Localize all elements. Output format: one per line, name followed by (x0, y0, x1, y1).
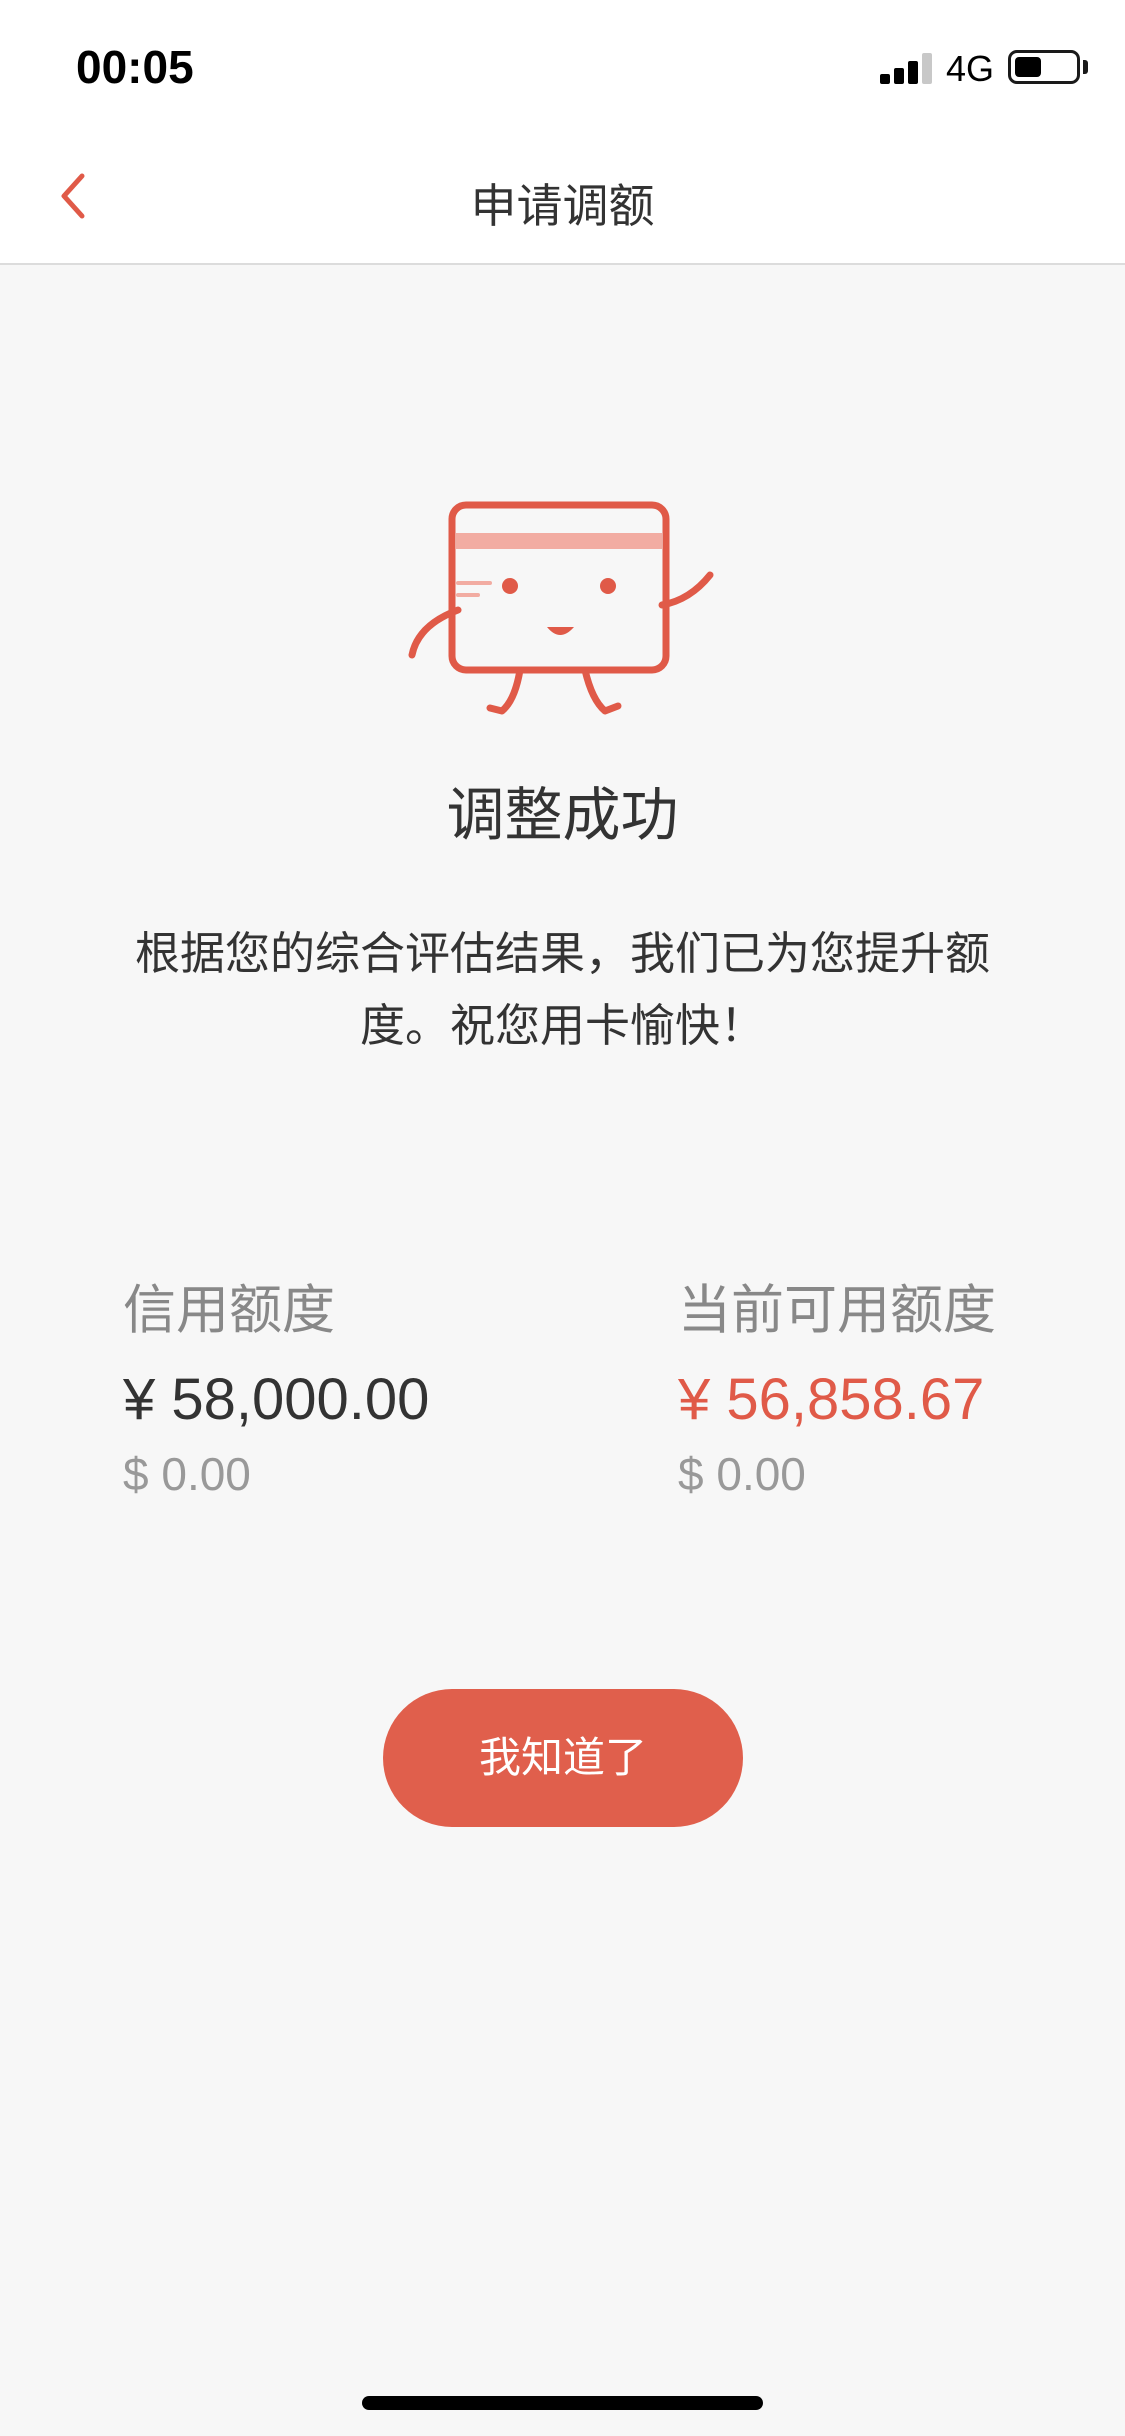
page-title: 申请调额 (470, 179, 655, 233)
available-limit-block: 当前可用额度 ¥ 56,858.67 $ 0.00 (678, 1268, 996, 1501)
status-time: 00:05 (76, 41, 194, 93)
credit-limit-cny: ¥ 58,000.00 (123, 1367, 430, 1432)
battery-icon (1008, 50, 1080, 84)
cellular-signal-icon (880, 52, 934, 84)
result-title: 调整成功 (446, 781, 679, 849)
credit-limit-label: 信用额度 (123, 1280, 335, 1341)
status-bar: 00:05 4G (0, 0, 1125, 132)
network-type: 4G (946, 48, 995, 89)
confirm-button[interactable]: 我知道了 (383, 1689, 743, 1827)
result-message: 根据您的综合评估结果，我们已为您提升额度。祝您用卡愉快！ (134, 927, 990, 1052)
card-mascot-waving-icon (408, 501, 714, 715)
available-limit-label: 当前可用额度 (678, 1280, 996, 1341)
home-indicator[interactable] (362, 2396, 763, 2410)
available-limit-cny: ¥ 56,858.67 (678, 1367, 985, 1432)
credit-limit-usd: $ 0.00 (123, 1448, 251, 1500)
credit-limit-block: 信用额度 ¥ 58,000.00 $ 0.00 (123, 1268, 429, 1501)
available-limit-usd: $ 0.00 (678, 1448, 806, 1500)
battery-cap (1083, 60, 1088, 74)
nav-bar: 申请调额 (0, 132, 1125, 265)
screen: 00:05 4G 申请调额 调整成功 根据您的综合评估结果，我们已为您提升额度。… (0, 0, 1125, 2436)
